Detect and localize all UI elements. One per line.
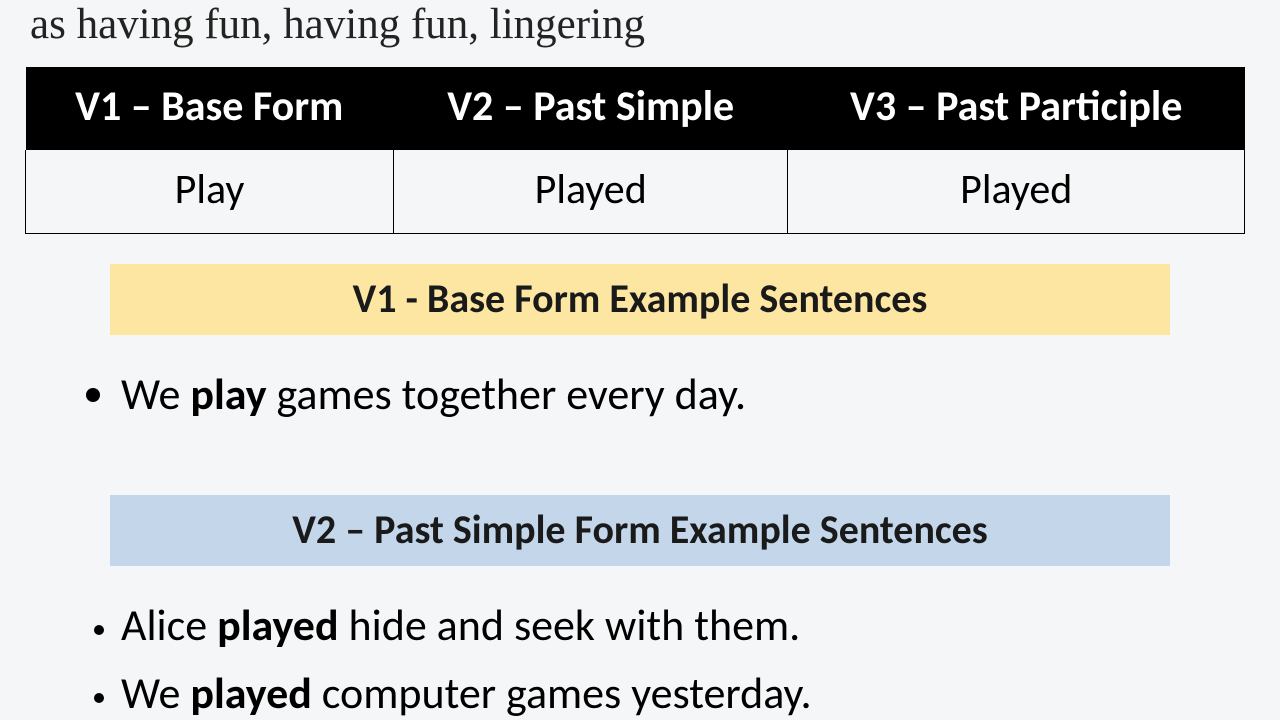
v2-ex1-bold: played	[217, 598, 338, 652]
td-v2: Played	[393, 150, 787, 234]
th-v1: V1 – Base Form	[26, 67, 394, 150]
v2-ex1-pre: Alice	[121, 598, 217, 652]
v1-ex1-bold: play	[190, 367, 266, 421]
v1-ex1-post: games together every day.	[267, 367, 747, 421]
v1-ex1-pre: We	[121, 367, 190, 421]
verb-forms-table: V1 – Base Form V2 – Past Simple V3 – Pas…	[25, 67, 1245, 234]
v2-ex2-pre: We	[121, 666, 190, 720]
td-v1: Play	[26, 150, 394, 234]
heading-v1-examples: V1 - Base Form Example Sentences	[110, 264, 1170, 335]
v2-ex2-post: computer games yesterday.	[312, 666, 812, 720]
v2-ex1-post: hide and seek with them.	[339, 598, 801, 652]
v2-example-2: We played computer games yesterday.	[121, 662, 1255, 720]
heading-v2-examples: V2 – Past Simple Form Example Sentences	[110, 495, 1170, 566]
v2-ex2-bold: played	[190, 666, 311, 720]
v1-example-list: We play games together every day.	[121, 363, 1255, 427]
v1-example-1: We play games together every day.	[121, 363, 1255, 427]
th-v2: V2 – Past Simple	[393, 67, 787, 150]
th-v3: V3 – Past Participle	[788, 67, 1245, 150]
intro-fragment: as having fun, having fun, lingering	[30, 0, 1255, 49]
v2-example-list: Alice played hide and seek with them. We…	[121, 594, 1255, 720]
td-v3: Played	[788, 150, 1245, 234]
v2-example-1: Alice played hide and seek with them.	[121, 594, 1255, 658]
